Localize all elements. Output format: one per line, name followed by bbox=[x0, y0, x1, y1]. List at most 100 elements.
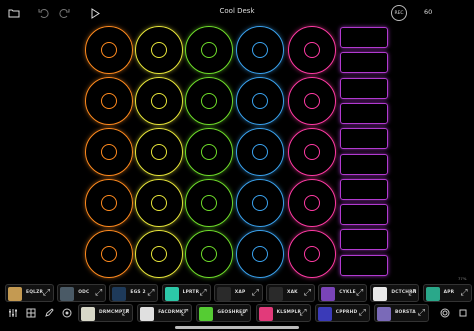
loop-slot[interactable] bbox=[340, 204, 388, 226]
fx-slot[interactable]: XAP ⤢ bbox=[213, 284, 263, 302]
pad-center-ring bbox=[101, 144, 117, 160]
fx-label: CYKLE bbox=[339, 290, 356, 295]
fx-thumbnail bbox=[377, 307, 391, 321]
fx-slot[interactable]: EGS 2 ⤢ bbox=[109, 284, 159, 302]
corner-indicator: 77% bbox=[458, 276, 467, 281]
circle-icon[interactable] bbox=[438, 306, 452, 320]
loop-slot[interactable] bbox=[340, 77, 388, 99]
pad-cell[interactable] bbox=[185, 77, 233, 125]
expand-icon[interactable]: ⤢ bbox=[122, 308, 129, 318]
fx-label: APR bbox=[443, 290, 455, 295]
fx-slot[interactable]: DCTCHRN ⤢ bbox=[370, 284, 420, 302]
settings-circle-icon[interactable] bbox=[60, 306, 74, 320]
pad-cell[interactable] bbox=[85, 230, 133, 278]
pad-cell[interactable] bbox=[85, 77, 133, 125]
expand-icon[interactable]: ⤢ bbox=[95, 288, 102, 298]
expand-icon[interactable]: ⤢ bbox=[147, 288, 154, 298]
pad-cell[interactable] bbox=[85, 179, 133, 227]
fx-thumbnail bbox=[317, 307, 332, 321]
fx-thumbnail bbox=[199, 307, 214, 321]
mixer-icon[interactable] bbox=[6, 306, 20, 320]
fx-slot[interactable]: ODC ⤢ bbox=[57, 284, 107, 302]
fx-label: ODC bbox=[78, 290, 90, 295]
pad-cell[interactable] bbox=[135, 128, 183, 176]
expand-icon[interactable]: ⤢ bbox=[359, 308, 366, 318]
pad-cell[interactable] bbox=[135, 77, 183, 125]
expand-icon[interactable]: ⤢ bbox=[418, 308, 425, 318]
stop-icon[interactable] bbox=[456, 306, 470, 320]
pad-cell[interactable] bbox=[135, 230, 183, 278]
pad-center-ring bbox=[101, 195, 117, 211]
fx-row-2: DRMCMPTR ⤢ FACDRMKT ⤢ GEOSHRED ⤢ KLSMPLR ⤢ CPPRH… bbox=[5, 304, 469, 324]
expand-icon[interactable]: ⤢ bbox=[299, 308, 306, 318]
fx-slot[interactable]: APR ⤢ bbox=[422, 284, 472, 302]
expand-icon[interactable]: ⤢ bbox=[356, 288, 363, 298]
pencil-icon[interactable] bbox=[42, 306, 56, 320]
loop-slot[interactable] bbox=[340, 153, 388, 175]
pad-center-ring bbox=[304, 246, 320, 262]
loop-slot[interactable] bbox=[340, 27, 388, 48]
expand-icon[interactable]: ⤢ bbox=[240, 308, 247, 318]
pad-cell[interactable] bbox=[185, 128, 233, 176]
pad-cell[interactable] bbox=[236, 128, 284, 176]
fx-slot[interactable]: GEOSHRED ⤢ bbox=[196, 304, 252, 322]
loop-slot[interactable] bbox=[340, 102, 388, 124]
loop-slot[interactable] bbox=[340, 178, 388, 200]
pad-cell[interactable] bbox=[185, 26, 233, 74]
pad-cell[interactable] bbox=[288, 77, 336, 125]
pad-center-ring bbox=[304, 144, 320, 160]
pad-center-ring bbox=[151, 144, 167, 160]
fx-slot[interactable]: XAK ⤢ bbox=[266, 284, 315, 302]
pad-cell[interactable] bbox=[135, 26, 183, 74]
loop-slot[interactable] bbox=[340, 254, 388, 276]
pad-cell[interactable] bbox=[236, 179, 284, 227]
expand-icon[interactable]: ⤢ bbox=[252, 288, 259, 298]
fx-slot[interactable]: EQLZR ⤢ bbox=[5, 284, 54, 302]
fx-label: BORSTA bbox=[395, 310, 416, 315]
pad-center-ring bbox=[252, 195, 268, 211]
expand-icon[interactable]: ⤢ bbox=[408, 288, 415, 298]
pad-cell[interactable] bbox=[236, 77, 284, 125]
home-indicator[interactable] bbox=[175, 326, 299, 329]
pad-center-ring bbox=[201, 195, 217, 211]
expand-icon[interactable]: ⤢ bbox=[460, 288, 467, 298]
fx-slot[interactable]: CPPRHD ⤢ bbox=[314, 304, 370, 322]
pad-cell[interactable] bbox=[85, 128, 133, 176]
loop-slot[interactable] bbox=[340, 128, 388, 150]
expand-icon[interactable]: ⤢ bbox=[43, 288, 50, 298]
pad-center-ring bbox=[304, 42, 320, 58]
fx-thumbnail bbox=[269, 287, 283, 301]
pad-cell[interactable] bbox=[185, 179, 233, 227]
loop-slot[interactable] bbox=[340, 52, 388, 74]
fx-thumbnail bbox=[112, 287, 127, 301]
expand-icon[interactable]: ⤢ bbox=[181, 308, 188, 318]
expand-icon[interactable]: ⤢ bbox=[304, 288, 311, 298]
pad-cell[interactable] bbox=[185, 230, 233, 278]
pad-cell[interactable] bbox=[135, 179, 183, 227]
pad-center-ring bbox=[201, 93, 217, 109]
fx-slot[interactable]: BORSTA ⤢ bbox=[374, 304, 429, 322]
pad-cell[interactable] bbox=[236, 230, 284, 278]
fx-slot[interactable]: DRMCMPTR ⤢ bbox=[78, 304, 133, 322]
fx-slot[interactable]: CYKLE ⤢ bbox=[318, 284, 368, 302]
fx-label: EGS 2 bbox=[130, 290, 146, 295]
pad-cell[interactable] bbox=[85, 26, 133, 74]
fx-slot[interactable]: LPRTR ⤢ bbox=[161, 284, 211, 302]
pad-cell[interactable] bbox=[288, 26, 336, 74]
pad-center-ring bbox=[151, 195, 167, 211]
grid-icon[interactable] bbox=[24, 306, 38, 320]
pad-center-ring bbox=[151, 246, 167, 262]
fx-slot[interactable]: FACDRMKT ⤢ bbox=[137, 304, 193, 322]
pad-cell[interactable] bbox=[236, 26, 284, 74]
fx-thumbnail bbox=[321, 287, 336, 301]
expand-icon[interactable]: ⤢ bbox=[199, 288, 206, 298]
pad-cell[interactable] bbox=[288, 179, 336, 227]
fx-thumbnail bbox=[258, 307, 273, 321]
pad-center-ring bbox=[151, 93, 167, 109]
pad-cell[interactable] bbox=[288, 128, 336, 176]
fx-slot[interactable]: KLSMPLR ⤢ bbox=[255, 304, 311, 322]
fx-thumbnail bbox=[216, 287, 231, 301]
fx-label: KLSMPLR bbox=[276, 310, 302, 315]
pad-cell[interactable] bbox=[288, 230, 336, 278]
loop-slot[interactable] bbox=[340, 229, 388, 251]
